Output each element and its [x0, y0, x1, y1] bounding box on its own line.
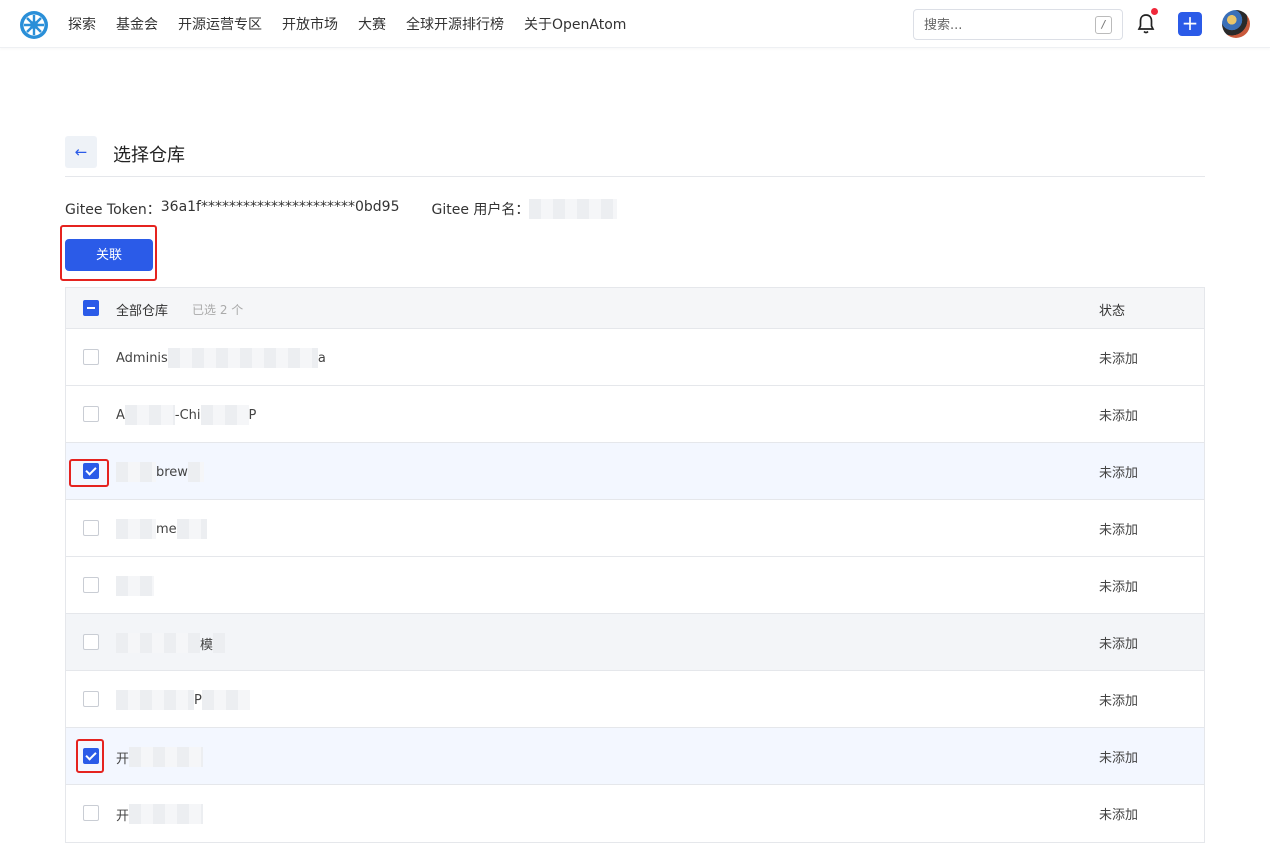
- openatom-logo-icon[interactable]: [19, 10, 49, 40]
- top-navbar: 探索 基金会 开源运营专区 开放市场 大赛 全球开源排行榜 关于OpenAtom…: [0, 0, 1270, 48]
- repo-status: 未添加: [1099, 694, 1139, 709]
- row-checkbox[interactable]: [83, 520, 99, 536]
- select-all-checkbox[interactable]: [83, 300, 99, 316]
- selected-count: 已选 2 个: [192, 303, 244, 317]
- bell-icon: [1137, 14, 1155, 34]
- table-row[interactable]: 未添加: [66, 557, 1204, 614]
- repo-name: 模: [116, 633, 226, 653]
- username-label: Gitee 用户名：: [431, 202, 530, 218]
- table-row[interactable]: 模 未添加: [66, 614, 1204, 671]
- nav-item-open-source-ops[interactable]: 开源运营专区: [178, 14, 262, 34]
- gitee-credentials-line: Gitee Token： 36a1f**********************…: [65, 199, 618, 219]
- table-row[interactable]: Adminis a 未添加: [66, 329, 1204, 386]
- create-button[interactable]: +: [1178, 12, 1202, 36]
- repo-status: 未添加: [1099, 637, 1139, 652]
- repo-name: A -Chi P: [116, 405, 256, 425]
- repo-status: 未添加: [1099, 523, 1139, 538]
- notification-dot: [1151, 8, 1158, 15]
- table-row[interactable]: 开 未添加: [66, 728, 1204, 785]
- repo-status: 未添加: [1099, 466, 1139, 481]
- table-row[interactable]: brew 未添加: [66, 443, 1204, 500]
- token-label: Gitee Token：: [65, 202, 161, 218]
- link-button[interactable]: 关联: [65, 239, 153, 271]
- row-checkbox[interactable]: [83, 406, 99, 422]
- row-checkbox[interactable]: [83, 691, 99, 707]
- repo-name: [116, 576, 154, 596]
- row-checkbox[interactable]: [83, 463, 99, 479]
- search-box: /: [913, 9, 1123, 40]
- repo-table: 全部仓库 已选 2 个 状态 Adminis a 未添加 A -Chi P 未添加 b…: [65, 287, 1205, 843]
- table-row[interactable]: 开 未添加: [66, 785, 1204, 842]
- repo-status: 未添加: [1099, 352, 1139, 367]
- nav-item-about[interactable]: 关于OpenAtom: [524, 14, 626, 34]
- repo-name: me: [116, 519, 207, 539]
- header-all-repos: 全部仓库: [116, 304, 169, 319]
- table-row[interactable]: A -Chi P 未添加: [66, 386, 1204, 443]
- plus-icon: +: [1181, 11, 1199, 35]
- nav-item-competition[interactable]: 大赛: [358, 14, 386, 34]
- nav-item-global-ranking[interactable]: 全球开源排行榜: [406, 14, 504, 34]
- arrow-left-icon: ←: [74, 143, 88, 161]
- search-shortcut-hint: /: [1095, 16, 1112, 34]
- username-redacted: [529, 199, 618, 219]
- repo-status: 未添加: [1099, 409, 1139, 424]
- nav-item-explore[interactable]: 探索: [68, 14, 96, 34]
- row-checkbox[interactable]: [83, 748, 99, 764]
- row-checkbox[interactable]: [83, 805, 99, 821]
- row-checkbox[interactable]: [83, 634, 99, 650]
- repo-name: Adminis a: [116, 348, 326, 368]
- repo-name: brew: [116, 462, 204, 482]
- page-title: 选择仓库: [113, 145, 185, 166]
- repo-status: 未添加: [1099, 751, 1139, 766]
- repo-status: 未添加: [1099, 808, 1139, 823]
- search-input[interactable]: [924, 16, 1084, 34]
- table-row[interactable]: P 未添加: [66, 671, 1204, 728]
- main-nav: 探索 基金会 开源运营专区 开放市场 大赛 全球开源排行榜 关于OpenAtom: [68, 0, 646, 48]
- repo-name: P: [116, 690, 250, 710]
- notification-button[interactable]: [1136, 8, 1158, 35]
- back-button[interactable]: ←: [65, 136, 97, 168]
- repo-status: 未添加: [1099, 580, 1139, 595]
- nav-item-foundation[interactable]: 基金会: [116, 14, 158, 34]
- user-avatar[interactable]: [1222, 10, 1250, 38]
- token-value: 36a1f**********************0bd95: [160, 199, 400, 215]
- header-divider: [65, 176, 1205, 177]
- repo-name: 开: [116, 747, 204, 767]
- row-checkbox[interactable]: [83, 577, 99, 593]
- nav-item-open-market[interactable]: 开放市场: [282, 14, 338, 34]
- table-header: 全部仓库 已选 2 个 状态: [66, 288, 1204, 329]
- header-status: 状态: [1099, 304, 1126, 319]
- repo-name: 开: [116, 804, 204, 824]
- row-checkbox[interactable]: [83, 349, 99, 365]
- table-row[interactable]: me 未添加: [66, 500, 1204, 557]
